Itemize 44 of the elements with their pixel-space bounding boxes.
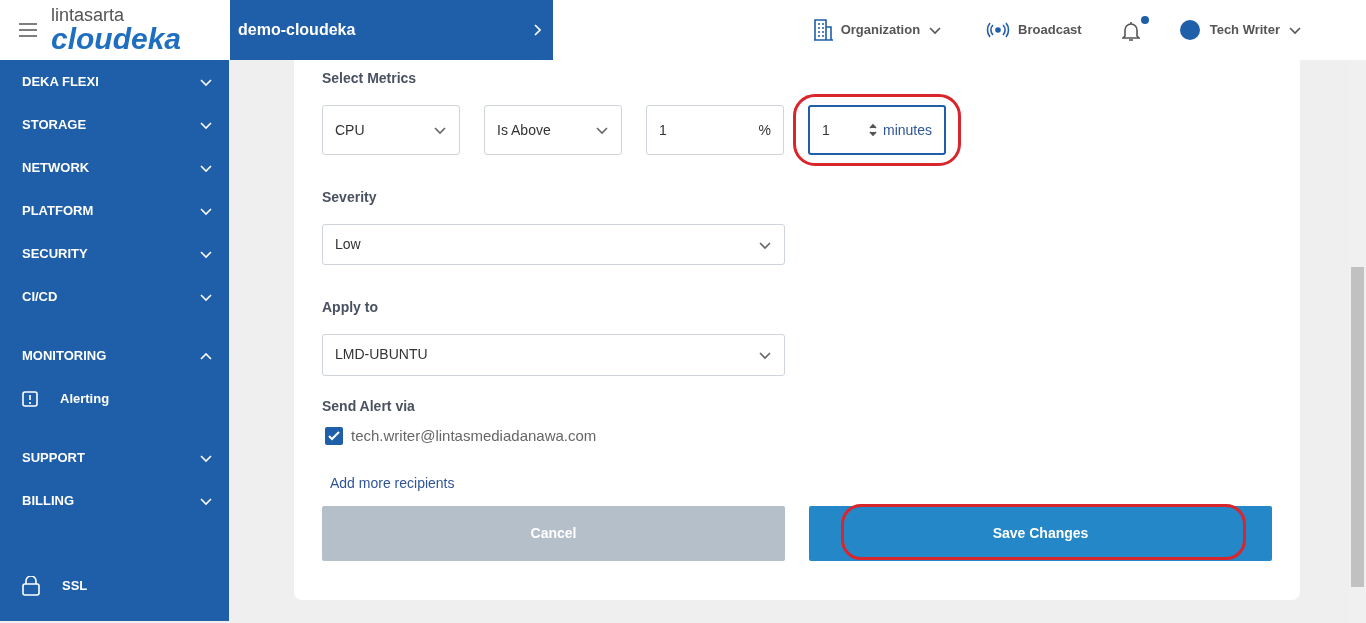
save-button[interactable]: Save Changes [809,506,1272,561]
chevron-right-icon [533,24,541,37]
building-icon[interactable] [812,19,833,42]
sidebar-item[interactable]: DEKA FLEXI [0,60,229,104]
sidebar-item[interactable]: NETWORK [0,146,229,190]
select-field[interactable]: Low [322,224,785,266]
spinner-icon[interactable] [866,123,879,138]
brand-logo: cloudeka [51,24,182,55]
add-recipients-link[interactable]: Add more recipients [330,473,455,494]
field-label: Send Alert via [322,396,416,416]
bell-icon[interactable] [1121,20,1140,41]
chevron-down-icon[interactable] [1288,24,1302,37]
chevron-down-icon [595,124,609,137]
nav-link[interactable]: Broadcast [1018,20,1082,40]
sidebar-item[interactable]: SSL [0,564,229,608]
checkbox[interactable] [325,426,343,445]
field-label: Select Metrics [322,69,418,89]
broadcast-icon[interactable] [986,22,1011,39]
sidebar-item[interactable]: MONITORING [0,334,229,378]
brand-tagline: lintasarta [51,6,126,25]
avatar[interactable] [1179,20,1200,41]
sidebar-item[interactable]: STORAGE [0,103,229,147]
field-label: Severity [322,188,378,208]
select-field[interactable]: LMD-UBUNTU [322,334,785,376]
input-field[interactable]: 1 % [646,105,784,156]
user-name[interactable]: Tech Writer [1209,20,1280,40]
sidebar-item[interactable]: BILLING [0,479,229,523]
project-selector[interactable]: demo-cloudeka [230,0,553,61]
number-field[interactable]: 1 minutes [808,105,946,156]
sidebar-subitem[interactable]: Alerting [0,377,229,421]
chevron-down-icon[interactable] [928,24,943,37]
sidebar-item[interactable]: CI/CD [0,275,229,319]
select-field[interactable]: Is Above [484,105,622,156]
sidebar-item[interactable]: SUPPORT [0,436,229,480]
alert-icon [22,390,38,407]
select-field[interactable]: CPU [322,105,460,156]
nav-link[interactable]: Organization [840,20,921,40]
field-label: Apply to [322,298,379,318]
sidebar-item[interactable]: SECURITY [0,232,229,276]
menu-icon[interactable] [19,23,37,38]
lock-icon [22,575,40,596]
chevron-down-icon [433,124,447,137]
sidebar-item[interactable]: PLATFORM [0,189,229,233]
recipient-email: tech.writer@lintasmediadanawa.com [351,425,597,446]
